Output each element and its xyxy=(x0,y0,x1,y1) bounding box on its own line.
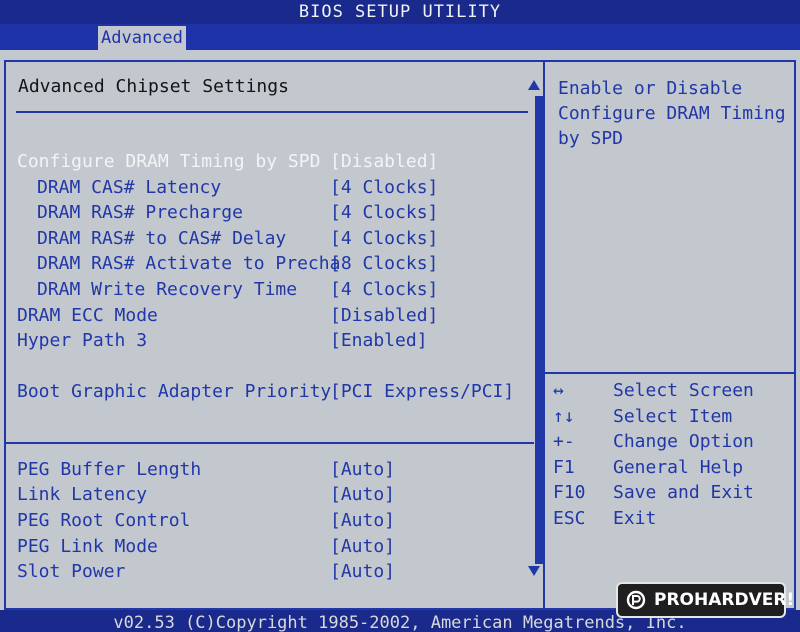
scroll-down-arrow-icon[interactable] xyxy=(528,566,540,576)
key-legend-row: F10 Save and Exit xyxy=(550,480,790,505)
key-change-option: +- xyxy=(553,431,575,452)
setting-label: Slot Power xyxy=(17,561,126,582)
setting-row-dram-ecc-mode[interactable]: DRAM ECC Mode [Disabled] xyxy=(0,304,530,328)
title-divider xyxy=(16,111,528,113)
setting-label: DRAM ECC Mode xyxy=(17,305,158,326)
key-legend-divider xyxy=(545,372,794,374)
setting-row-dram-cas-latency[interactable]: DRAM CAS# Latency [4 Clocks] xyxy=(0,176,530,200)
help-line: Enable or Disable xyxy=(558,78,743,99)
key-legend-row: ↑↓ Select Item xyxy=(550,404,790,429)
tab-advanced[interactable]: Advanced xyxy=(98,26,186,50)
tab-bar: Advanced xyxy=(0,24,800,50)
setting-value[interactable]: [4 Clocks] xyxy=(330,201,438,225)
setting-label: Configure DRAM Timing by SPD xyxy=(17,151,321,172)
key-legend-row: +- Change Option xyxy=(550,429,790,454)
setting-row-dram-ras-precharge[interactable]: DRAM RAS# Precharge [4 Clocks] xyxy=(0,201,530,225)
setting-label: PEG Buffer Length xyxy=(17,459,202,480)
setting-row-peg-buffer-length[interactable]: PEG Buffer Length [Auto] xyxy=(0,458,530,482)
setting-value[interactable]: [4 Clocks] xyxy=(330,227,438,251)
key-legend-row: ↔ Select Screen xyxy=(550,378,790,403)
setting-label: Hyper Path 3 xyxy=(17,330,148,351)
setting-row-hyper-path-3[interactable]: Hyper Path 3 [Enabled] xyxy=(0,329,530,353)
key-f1: F1 xyxy=(553,457,575,478)
scrollbar-thumb[interactable] xyxy=(535,96,543,564)
key-description: Save and Exit xyxy=(613,482,754,503)
setting-value[interactable]: [Auto] xyxy=(330,509,395,533)
title-bar: BIOS SETUP UTILITY xyxy=(0,0,800,24)
panel-divider xyxy=(543,60,545,610)
key-select-screen: ↔ xyxy=(553,380,564,401)
section-divider xyxy=(6,442,534,444)
setting-label: PEG Root Control xyxy=(17,510,191,531)
key-description: Change Option xyxy=(613,431,754,452)
setting-row-configure-dram-timing[interactable]: Configure DRAM Timing by SPD [Disabled] xyxy=(0,150,530,174)
setting-value[interactable]: [Disabled] xyxy=(330,150,438,174)
setting-row-boot-graphic-adapter[interactable]: Boot Graphic Adapter Priority [PCI Expre… xyxy=(0,380,530,404)
setting-label: DRAM RAS# Activate to Precha xyxy=(37,253,341,274)
setting-row-dram-ras-activate[interactable]: DRAM RAS# Activate to Precha [8 Clocks] xyxy=(0,252,530,276)
watermark-text: PROHARDVER! xyxy=(654,590,795,610)
key-f10: F10 xyxy=(553,482,586,503)
key-esc: ESC xyxy=(553,508,586,529)
setting-label: DRAM RAS# Precharge xyxy=(37,202,243,223)
panel-title: Advanced Chipset Settings xyxy=(18,76,289,97)
watermark-badge: PROHARDVER! xyxy=(616,582,794,618)
setting-row-peg-root-control[interactable]: PEG Root Control [Auto] xyxy=(0,509,530,533)
setting-value[interactable]: [4 Clocks] xyxy=(330,176,438,200)
setting-value[interactable]: [Disabled] xyxy=(330,304,438,328)
scroll-up-arrow-icon[interactable] xyxy=(528,80,540,90)
setting-value[interactable]: [Auto] xyxy=(330,483,395,507)
key-description: Select Screen xyxy=(613,380,754,401)
setting-label: DRAM RAS# to CAS# Delay xyxy=(37,228,287,249)
setting-label: DRAM CAS# Latency xyxy=(37,177,222,198)
key-legend-row: ESC Exit xyxy=(550,506,790,531)
setting-value[interactable]: [4 Clocks] xyxy=(330,278,438,302)
key-select-item: ↑↓ xyxy=(553,406,575,427)
key-description: Select Item xyxy=(613,406,733,427)
setting-value[interactable]: [Enabled] xyxy=(330,329,428,353)
setting-label: DRAM Write Recovery Time xyxy=(37,279,298,300)
key-description: General Help xyxy=(613,457,744,478)
setting-label: Boot Graphic Adapter Priority xyxy=(17,381,332,402)
watermark-logo-icon xyxy=(626,590,646,610)
key-description: Exit xyxy=(613,508,657,529)
setting-value[interactable]: [Auto] xyxy=(330,458,395,482)
help-line: by SPD xyxy=(558,128,624,149)
setting-label: Link Latency xyxy=(17,484,148,505)
help-line: Configure DRAM Timing xyxy=(558,103,786,124)
setting-value[interactable]: [Auto] xyxy=(330,535,395,559)
setting-row-link-latency[interactable]: Link Latency [Auto] xyxy=(0,483,530,507)
setting-value[interactable]: [PCI Express/PCI] xyxy=(330,380,514,404)
setting-row-dram-ras-to-cas-delay[interactable]: DRAM RAS# to CAS# Delay [4 Clocks] xyxy=(0,227,530,251)
key-legend-row: F1 General Help xyxy=(550,455,790,480)
setting-label: PEG Link Mode xyxy=(17,536,158,557)
setting-row-peg-link-mode[interactable]: PEG Link Mode [Auto] xyxy=(0,535,530,559)
setting-value[interactable]: [Auto] xyxy=(330,560,395,584)
setting-value[interactable]: [8 Clocks] xyxy=(330,252,438,276)
setting-row-slot-power[interactable]: Slot Power [Auto] xyxy=(0,560,530,584)
help-panel: Enable or Disable Configure DRAM Timing … xyxy=(558,76,786,151)
setting-row-dram-write-recovery[interactable]: DRAM Write Recovery Time [4 Clocks] xyxy=(0,278,530,302)
